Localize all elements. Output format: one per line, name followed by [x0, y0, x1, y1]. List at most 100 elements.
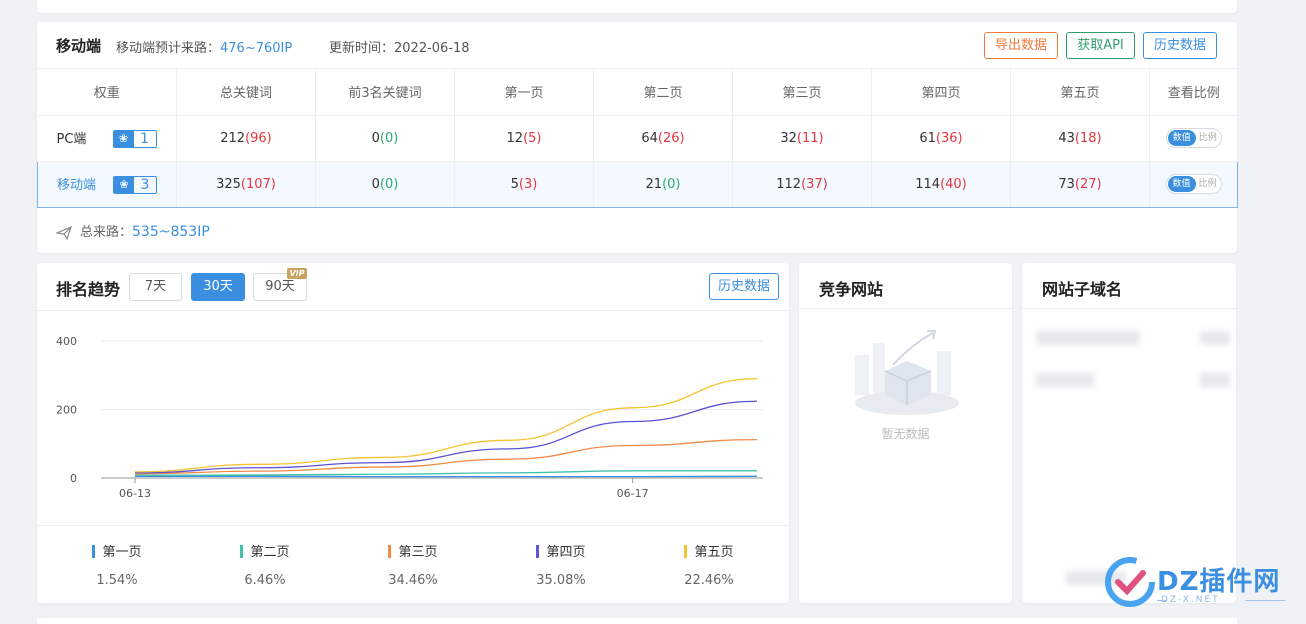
cell-value: 32 [780, 130, 797, 146]
legend-name: 第四页 [546, 545, 586, 560]
mobile-card-header: 移动端 移动端预计来路：476~760IP 更新时间：2022-06-18 导出… [37, 22, 1237, 69]
ratio-cell: 数值 比例 [1149, 160, 1238, 208]
rank-trend-card: 排名趋势 7天 30天 90天 VIP 历史数据 0 200 400 06-13 06-… [37, 263, 789, 603]
page1-cell: 5(3) [454, 160, 594, 208]
cell-value: 61 [919, 130, 936, 146]
history-data-button[interactable]: 历史数据 [1143, 32, 1217, 59]
total-label: 总来路： [80, 225, 133, 240]
page4-cell: 114(40) [871, 160, 1011, 208]
divider [799, 308, 1012, 309]
export-data-button[interactable]: 导出数据 [984, 32, 1058, 59]
header-page4: 第四页 [871, 69, 1011, 116]
watermark-text: DZ插件网 [1157, 567, 1281, 597]
get-api-button[interactable]: 获取API [1066, 32, 1135, 59]
cell-value: 21 [645, 176, 663, 192]
range-30-days-button[interactable]: 30天 [191, 273, 245, 301]
page3-cell: 32(11) [732, 115, 872, 162]
weight-value: 3 [140, 177, 150, 194]
total-keywords-cell: 325(107) [176, 160, 316, 208]
cell-value: 5 [510, 176, 519, 192]
traffic-estimate: 移动端预计来路：476~760IP [116, 37, 292, 56]
value-ratio-toggle[interactable]: 数值 比例 [1165, 128, 1222, 148]
cell-value: 112 [776, 176, 802, 192]
legend-swatch [388, 545, 392, 558]
toggle-on-label: 数值 [1167, 176, 1196, 192]
legend-label: 第四页 [501, 541, 621, 560]
legend-pct: 6.46% [244, 573, 286, 588]
cell-value: 212 [220, 130, 246, 146]
legend-name: 第二页 [250, 545, 290, 560]
value-ratio-toggle[interactable]: 数值 比例 [1165, 174, 1222, 194]
empty-box-icon [855, 330, 959, 415]
header-weight: 权重 [37, 69, 177, 116]
cell-value: 12 [506, 130, 524, 146]
y-tick-label: 0 [70, 472, 77, 485]
competitor-title: 竞争网站 [819, 280, 884, 299]
legend-swatch [240, 545, 244, 558]
baidu-weight-badge: ❀ 3 [113, 176, 157, 195]
legend-pct: 35.08% [536, 573, 586, 588]
page1-cell: 12(5) [454, 115, 594, 162]
divider [1245, 600, 1285, 601]
legend-item-page2[interactable]: 第二页 6.46% [205, 541, 325, 588]
legend-pct: 34.46% [388, 573, 438, 588]
subdomain-card: 网站子域名 [1022, 263, 1236, 603]
update-time: 更新时间：2022-06-18 [329, 41, 470, 56]
legend-name: 第三页 [398, 545, 438, 560]
legend-label: 第二页 [205, 541, 325, 560]
total-value: 535~853IP [132, 224, 210, 240]
send-icon [56, 225, 72, 240]
cell-value: 73 [1058, 176, 1075, 192]
toggle-off-label: 比例 [1198, 179, 1217, 189]
cell-delta: (40) [940, 176, 967, 192]
cell-delta: (37) [801, 176, 828, 192]
legend-pct: 1.54% [96, 573, 138, 588]
blurred-count [1200, 373, 1230, 387]
cell-delta: (5) [523, 130, 542, 146]
traffic-value: 476~760IP [220, 41, 293, 56]
weight-cell: PC端 ❀ 1 [37, 115, 177, 162]
dz-watermark-logo: DZ插件网 DZ-X.NET [1105, 555, 1295, 610]
mobile-rank-card: 移动端 移动端预计来路：476~760IP 更新时间：2022-06-18 导出… [37, 22, 1238, 253]
cell-value: 0 [371, 130, 380, 146]
page3-cell: 112(37) [732, 160, 872, 208]
table-row[interactable]: PC端 ❀ 1 212(96) 0(0) 12(5) 64(26) 32(11) 6… [37, 115, 1238, 162]
baidu-weight-badge: ❀ 1 [112, 130, 157, 149]
trend-title: 排名趋势 [56, 280, 121, 299]
series-line-5 [134, 378, 758, 473]
toggle-off-label: 比例 [1198, 133, 1217, 143]
cell-delta: (0) [379, 176, 399, 192]
cell-delta: (18) [1074, 130, 1102, 146]
header-page3: 第三页 [732, 69, 872, 116]
paw-icon: ❀ [113, 131, 134, 148]
legend-item-page5[interactable]: 第五页 22.46% [649, 541, 769, 588]
range-7-days-button[interactable]: 7天 [129, 273, 182, 301]
cell-delta: (27) [1074, 176, 1102, 192]
cell-delta: (0) [379, 130, 399, 146]
legend-swatch [684, 545, 688, 558]
competitor-sites-card: 竞争网站 暂无数据 [799, 263, 1012, 603]
legend-label: 第一页 [57, 541, 177, 560]
cell-value: 325 [216, 176, 241, 192]
traffic-label: 移动端预计来路： [116, 41, 221, 56]
empty-text: 暂无数据 [881, 427, 930, 441]
total-keywords-cell: 212(96) [176, 115, 316, 162]
legend-item-page3[interactable]: 第三页 34.46% [353, 541, 473, 588]
header-top3-keywords: 前3名关键词 [315, 69, 455, 116]
top3-cell: 0(0) [315, 115, 455, 162]
cell-value: 43 [1058, 130, 1075, 146]
legend-item-page1[interactable]: 第一页 1.54% [57, 541, 177, 588]
weight-cell: 移动端 ❀ 3 [37, 160, 177, 208]
header-page1: 第一页 [454, 69, 594, 116]
header-page5: 第五页 [1010, 69, 1150, 116]
divider [37, 525, 789, 526]
table-row[interactable]: 移动端 ❀ 3 325(107) 0(0) 5(3) 21(0) 112(37) 1… [37, 160, 1238, 208]
divider [1022, 308, 1236, 309]
trend-history-button[interactable]: 历史数据 [709, 273, 779, 300]
cell-delta: (11) [796, 130, 824, 146]
legend-item-page4[interactable]: 第四页 35.08% [501, 541, 621, 588]
cell-delta: (96) [245, 130, 272, 146]
page5-cell: 43(18) [1010, 115, 1150, 162]
legend-swatch [536, 545, 540, 558]
legend-swatch [92, 545, 96, 558]
